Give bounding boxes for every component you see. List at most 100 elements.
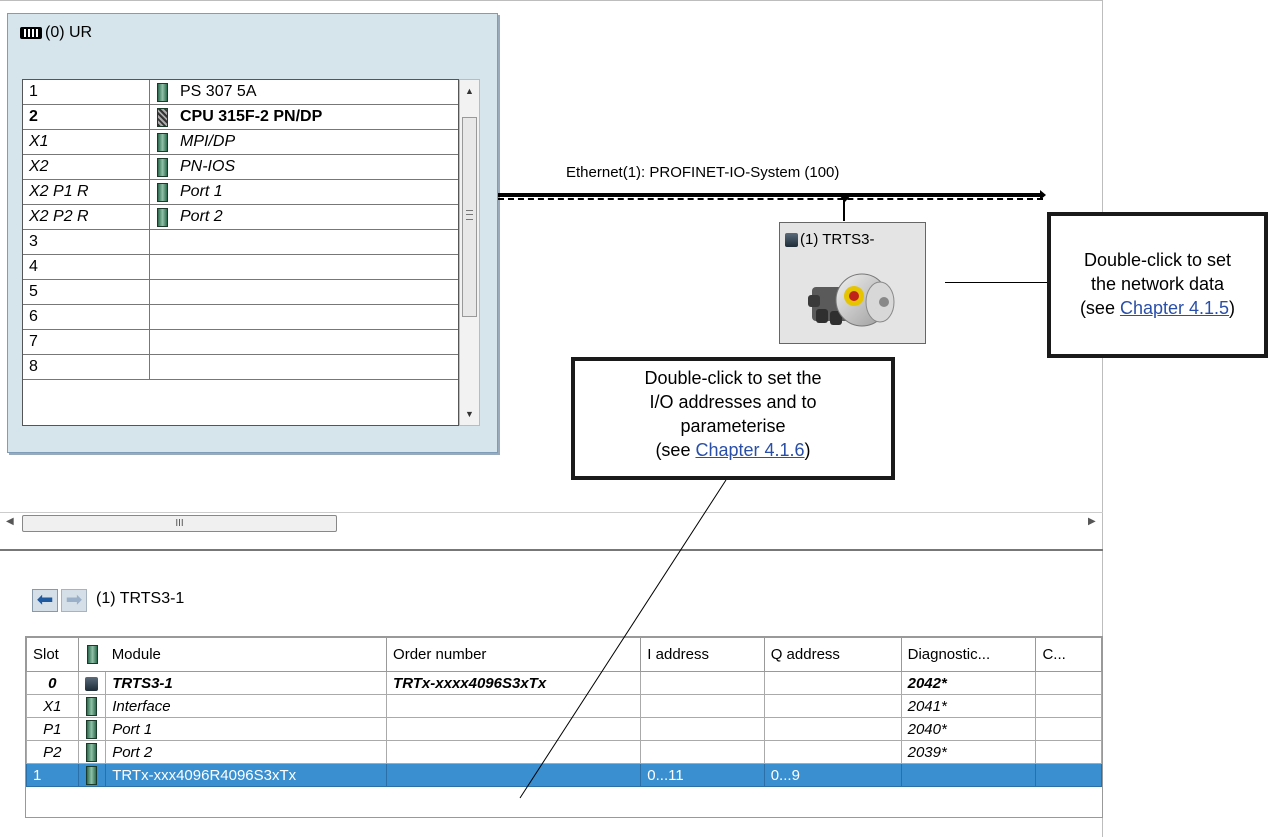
rack-row[interactable]: 2 CPU 315F-2 PN/DP — [23, 104, 458, 130]
rack-module-name: PN-IOS — [174, 154, 458, 180]
device-label: (1) TRTS3- — [785, 231, 874, 248]
module-icon — [86, 719, 98, 739]
rack-window[interactable]: (0) UR 1 PS 307 5A 2 CPU 315F-2 PN/DP X1 MPI/… — [7, 13, 498, 453]
encoder-image — [808, 273, 895, 327]
cell-slot: P2 — [26, 740, 79, 764]
column-header[interactable]: Module — [105, 637, 388, 672]
cell-i-addr — [640, 671, 765, 695]
module-icon — [156, 82, 168, 102]
rack-module-icon-cell — [149, 104, 174, 130]
rack-row[interactable]: 4 — [23, 254, 458, 280]
scroll-left-icon[interactable]: ◀ — [6, 516, 14, 527]
horizontal-scrollbar[interactable]: ◀ III ▶ — [0, 512, 1103, 534]
rack-icon — [20, 27, 42, 39]
column-header[interactable]: Slot — [26, 637, 79, 672]
cell-diag: 2040* — [900, 717, 1037, 741]
module-icon — [86, 696, 98, 716]
rack-title-text: (0) UR — [45, 24, 93, 41]
chapter-link[interactable]: Chapter 4.1.5 — [1120, 298, 1229, 318]
rack-row[interactable]: X1 MPI/DP — [23, 129, 458, 155]
column-header[interactable]: C... — [1035, 637, 1102, 672]
module-detail-table: Slot Module Order number I address Q address… — [25, 636, 1103, 818]
cell-slot: 1 — [26, 763, 79, 787]
scroll-down-icon[interactable]: ▼ — [460, 405, 479, 423]
rack-module-name — [174, 229, 458, 255]
module-icon — [156, 157, 168, 177]
cell-q-addr — [763, 671, 902, 695]
rack-row[interactable]: X2 P2 R Port 2 — [23, 204, 458, 230]
rack-module-name: PS 307 5A — [174, 80, 458, 105]
table-row[interactable]: P1 Port 1 2040* — [26, 717, 1102, 741]
module-icon — [86, 742, 98, 762]
rack-module-name — [174, 329, 458, 355]
rack-row[interactable]: X2 PN-IOS — [23, 154, 458, 180]
rack-row[interactable]: X2 P1 R Port 1 — [23, 179, 458, 205]
cell-slot: X1 — [26, 694, 79, 718]
column-header[interactable]: Order number — [386, 637, 642, 672]
chapter-link[interactable]: Chapter 4.1.6 — [695, 440, 804, 460]
io-device[interactable]: (1) TRTS3- — [779, 222, 926, 344]
cell-q-addr: 0...9 — [763, 763, 902, 787]
cell-order — [386, 717, 642, 741]
cell-module: Interface — [105, 694, 388, 718]
rack-row[interactable]: 8 — [23, 354, 458, 380]
callout-line: the network data — [1090, 274, 1225, 294]
callout-line: Double-click to set the — [644, 368, 822, 388]
scroll-up-icon[interactable]: ▲ — [460, 82, 479, 100]
cell-i-addr: 0...11 — [640, 763, 765, 787]
rack-module-icon-cell — [149, 279, 174, 305]
rack-slot: 3 — [23, 229, 150, 255]
module-column-icon-header[interactable] — [77, 637, 106, 672]
cell-slot: 0 — [26, 671, 79, 695]
rack-row[interactable]: 6 — [23, 304, 458, 330]
table-row[interactable]: 1 TRTx-xxx4096R4096S3xTx 0...11 0...9 — [26, 763, 1102, 787]
rack-module-icon-cell — [149, 254, 174, 280]
cell-i-addr — [640, 717, 765, 741]
rack-module-name: MPI/DP — [174, 129, 458, 155]
column-header[interactable]: I address — [640, 637, 765, 672]
back-arrow-icon[interactable]: ⬅ — [32, 589, 58, 612]
cell-comment — [1035, 694, 1102, 718]
cell-slot: P1 — [26, 717, 79, 741]
cell-diag: 2042* — [900, 671, 1037, 695]
cell-comment — [1035, 671, 1102, 695]
network-label[interactable]: Ethernet(1): PROFINET-IO-System (100) — [566, 164, 839, 181]
callout-leader-line — [945, 282, 1049, 283]
cell-diag: 2041* — [900, 694, 1037, 718]
rack-vertical-scrollbar[interactable]: ▲ ▼ — [459, 79, 480, 426]
column-header[interactable]: Q address — [763, 637, 902, 672]
rack-row[interactable]: 3 — [23, 229, 458, 255]
table-row[interactable]: P2 Port 2 2039* — [26, 740, 1102, 764]
cell-q-addr — [763, 717, 902, 741]
column-header[interactable]: Diagnostic... — [900, 637, 1037, 672]
callout-line: (see Chapter 4.1.5) — [1079, 298, 1236, 318]
module-icon-cell — [77, 694, 107, 718]
module-icon-cell — [77, 717, 107, 741]
cell-comment — [1035, 717, 1102, 741]
pane-splitter[interactable] — [0, 549, 1103, 551]
module-icon-cell — [77, 740, 107, 764]
horizontal-scroll-thumb[interactable]: III — [22, 515, 337, 532]
rack-row[interactable]: 5 — [23, 279, 458, 305]
rack-module-name — [174, 279, 458, 305]
cell-i-addr — [640, 694, 765, 718]
device-connection-line — [843, 199, 845, 221]
table-row[interactable]: X1 Interface 2041* — [26, 694, 1102, 718]
forward-arrow-icon[interactable]: ➡ — [61, 589, 87, 612]
device-icon — [85, 676, 99, 691]
rack-module-name: CPU 315F-2 PN/DP — [174, 104, 458, 130]
rack-scroll-thumb[interactable] — [462, 117, 477, 317]
table-row[interactable]: 0 TRTS3-1 TRTx-xxxx4096S3xTx 2042* — [26, 671, 1102, 695]
network-callout: Double-click to set the network data (se… — [1047, 212, 1268, 358]
rack-slot: 4 — [23, 254, 150, 280]
callout-line: I/O addresses and to — [649, 392, 817, 412]
cell-order: TRTx-xxxx4096S3xTx — [386, 671, 642, 695]
rack-slot: 6 — [23, 304, 150, 330]
ethernet-bus-line[interactable] — [498, 193, 1043, 197]
cell-module: TRTS3-1 — [105, 671, 388, 695]
rack-module-name: Port 1 — [174, 179, 458, 205]
rack-row[interactable]: 7 — [23, 329, 458, 355]
rack-row[interactable]: 1 PS 307 5A — [23, 80, 458, 105]
scroll-right-icon[interactable]: ▶ — [1088, 516, 1096, 527]
cell-diag: 2039* — [900, 740, 1037, 764]
